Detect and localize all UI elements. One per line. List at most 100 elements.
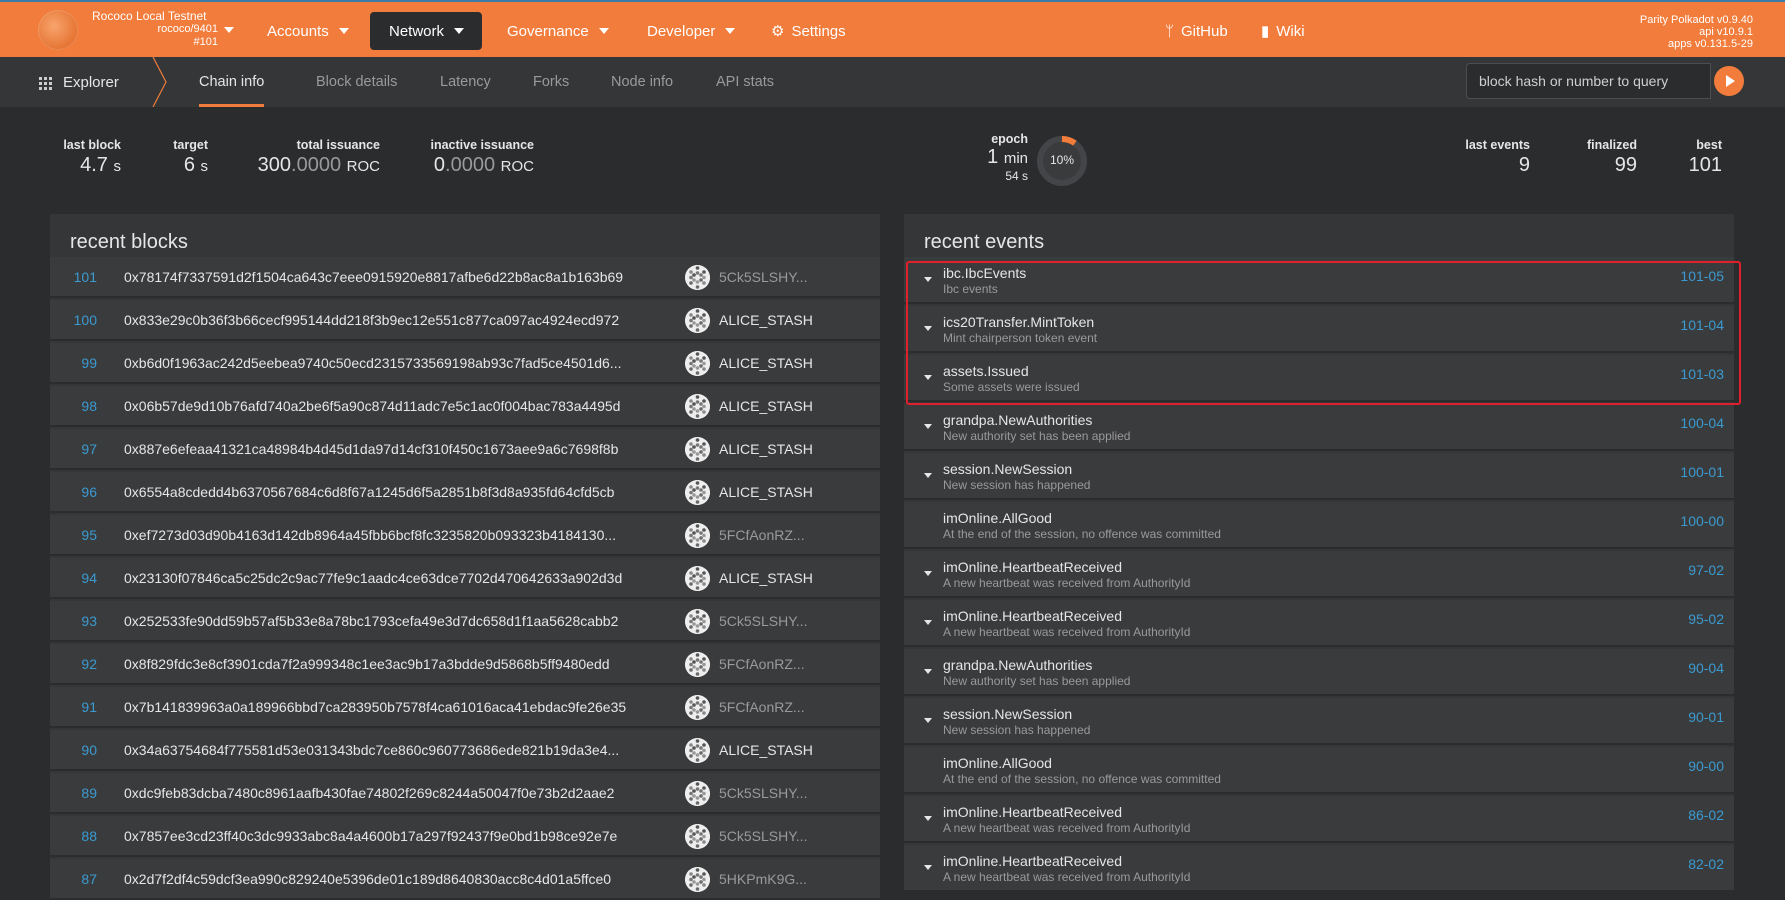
block-number-link[interactable]: 99: [50, 355, 97, 371]
block-number-link[interactable]: 87: [50, 871, 97, 887]
menu-developer[interactable]: Developer: [628, 12, 754, 50]
tab-chain-info[interactable]: Chain info: [189, 57, 274, 107]
event-id-link[interactable]: 90-04: [1688, 660, 1724, 676]
event-row[interactable]: ibc.IbcEvents Ibc events 101-05: [904, 257, 1734, 304]
expand-caret-icon[interactable]: [924, 473, 932, 478]
event-row[interactable]: session.NewSession New session has happen…: [904, 453, 1734, 500]
event-id-link[interactable]: 82-02: [1688, 856, 1724, 872]
event-id-link[interactable]: 100-00: [1680, 513, 1724, 529]
identicon-icon[interactable]: [685, 824, 710, 849]
wiki-link[interactable]: ▮ Wiki: [1242, 12, 1324, 50]
block-number-link[interactable]: 92: [50, 656, 97, 672]
block-author[interactable]: 5HKPmK9G...: [719, 871, 807, 887]
block-number-link[interactable]: 88: [50, 828, 97, 844]
chevron-down-icon[interactable]: [224, 27, 234, 33]
event-id-link[interactable]: 86-02: [1688, 807, 1724, 823]
block-author[interactable]: 5Ck5SLSHY...: [719, 613, 807, 629]
event-id-link[interactable]: 101-04: [1680, 317, 1724, 333]
identicon-icon[interactable]: [685, 480, 710, 505]
block-author[interactable]: 5FCfAonRZ...: [719, 527, 805, 543]
identicon-icon[interactable]: [685, 609, 710, 634]
identicon-icon[interactable]: [685, 738, 710, 763]
block-number-link[interactable]: 100: [50, 312, 97, 328]
event-row[interactable]: grandpa.NewAuthorities New authority set …: [904, 404, 1734, 451]
block-number-link[interactable]: 98: [50, 398, 97, 414]
block-number-link[interactable]: 94: [50, 570, 97, 586]
expand-caret-icon[interactable]: [924, 865, 932, 870]
menu-network[interactable]: Network: [370, 12, 482, 50]
identicon-icon[interactable]: [685, 308, 710, 333]
block-number-link[interactable]: 91: [50, 699, 97, 715]
event-id-link[interactable]: 97-02: [1688, 562, 1724, 578]
expand-caret-icon[interactable]: [924, 375, 932, 380]
block-author[interactable]: ALICE_STASH: [719, 398, 813, 414]
identicon-icon[interactable]: [685, 437, 710, 462]
expand-caret-icon[interactable]: [924, 277, 932, 282]
event-row[interactable]: assets.Issued Some assets were issued 101-…: [904, 355, 1734, 402]
identicon-icon[interactable]: [685, 265, 710, 290]
event-row[interactable]: imOnline.HeartbeatReceived A new heartbea…: [904, 796, 1734, 843]
block-number-link[interactable]: 90: [50, 742, 97, 758]
identicon-icon[interactable]: [685, 351, 710, 376]
identicon-icon[interactable]: [685, 695, 710, 720]
block-author[interactable]: 5FCfAonRZ...: [719, 699, 805, 715]
event-row[interactable]: ics20Transfer.MintToken Mint chairperson …: [904, 306, 1734, 353]
menu-settings[interactable]: ⚙ Settings: [752, 12, 865, 50]
event-row[interactable]: grandpa.NewAuthorities New authority set …: [904, 649, 1734, 696]
block-author[interactable]: 5FCfAonRZ...: [719, 656, 805, 672]
identicon-icon[interactable]: [685, 652, 710, 677]
block-number-link[interactable]: 89: [50, 785, 97, 801]
block-author[interactable]: ALICE_STASH: [719, 355, 813, 371]
expand-caret-icon[interactable]: [924, 816, 932, 821]
block-author[interactable]: ALICE_STASH: [719, 441, 813, 457]
event-id-link[interactable]: 95-02: [1688, 611, 1724, 627]
identicon-icon[interactable]: [685, 394, 710, 419]
expand-caret-icon[interactable]: [924, 326, 932, 331]
chain-selector[interactable]: Rococo Local Testnet rococo/9401 #101: [92, 10, 232, 54]
block-number-link[interactable]: 101: [50, 269, 97, 285]
event-id-link[interactable]: 100-01: [1680, 464, 1724, 480]
identicon-icon[interactable]: [685, 781, 710, 806]
block-author[interactable]: ALICE_STASH: [719, 484, 813, 500]
block-author[interactable]: ALICE_STASH: [719, 312, 813, 328]
stat-label: epoch: [991, 132, 1028, 146]
identicon-icon[interactable]: [685, 523, 710, 548]
tab-block-details[interactable]: Block details: [316, 57, 397, 107]
tab-node-info[interactable]: Node info: [611, 57, 673, 107]
identicon-icon[interactable]: [685, 566, 710, 591]
tab-latency[interactable]: Latency: [440, 57, 491, 107]
block-number-link[interactable]: 97: [50, 441, 97, 457]
event-row[interactable]: imOnline.HeartbeatReceived A new heartbea…: [904, 551, 1734, 598]
expand-caret-icon[interactable]: [924, 669, 932, 674]
menu-governance[interactable]: Governance: [488, 12, 628, 50]
github-link[interactable]: ᛘ GitHub: [1146, 12, 1247, 50]
block-number-link[interactable]: 95: [50, 527, 97, 543]
block-author[interactable]: 5Ck5SLSHY...: [719, 785, 807, 801]
query-submit-button[interactable]: [1714, 66, 1744, 96]
block-query-input[interactable]: [1466, 63, 1711, 99]
tab-api-stats[interactable]: API stats: [716, 57, 774, 107]
expand-caret-icon[interactable]: [924, 620, 932, 625]
event-id-link[interactable]: 100-04: [1680, 415, 1724, 431]
expand-caret-icon[interactable]: [924, 718, 932, 723]
block-author[interactable]: 5Ck5SLSHY...: [719, 269, 807, 285]
block-author[interactable]: ALICE_STASH: [719, 742, 813, 758]
event-row[interactable]: imOnline.HeartbeatReceived A new heartbea…: [904, 600, 1734, 647]
block-author[interactable]: ALICE_STASH: [719, 570, 813, 586]
event-id-link[interactable]: 90-01: [1688, 709, 1724, 725]
block-number-link[interactable]: 93: [50, 613, 97, 629]
chain-logo[interactable]: [38, 10, 78, 50]
identicon-icon[interactable]: [685, 867, 710, 892]
block-number-link[interactable]: 96: [50, 484, 97, 500]
expand-caret-icon[interactable]: [924, 571, 932, 576]
event-id-link[interactable]: 90-00: [1688, 758, 1724, 774]
menu-accounts[interactable]: Accounts: [248, 12, 368, 50]
expand-caret-icon[interactable]: [924, 424, 932, 429]
event-row[interactable]: imOnline.HeartbeatReceived A new heartbea…: [904, 845, 1734, 892]
explorer-section[interactable]: Explorer: [0, 57, 160, 107]
tab-forks[interactable]: Forks: [533, 57, 569, 107]
event-row[interactable]: session.NewSession New session has happen…: [904, 698, 1734, 745]
block-author[interactable]: 5Ck5SLSHY...: [719, 828, 807, 844]
event-id-link[interactable]: 101-05: [1680, 268, 1724, 284]
event-id-link[interactable]: 101-03: [1680, 366, 1724, 382]
